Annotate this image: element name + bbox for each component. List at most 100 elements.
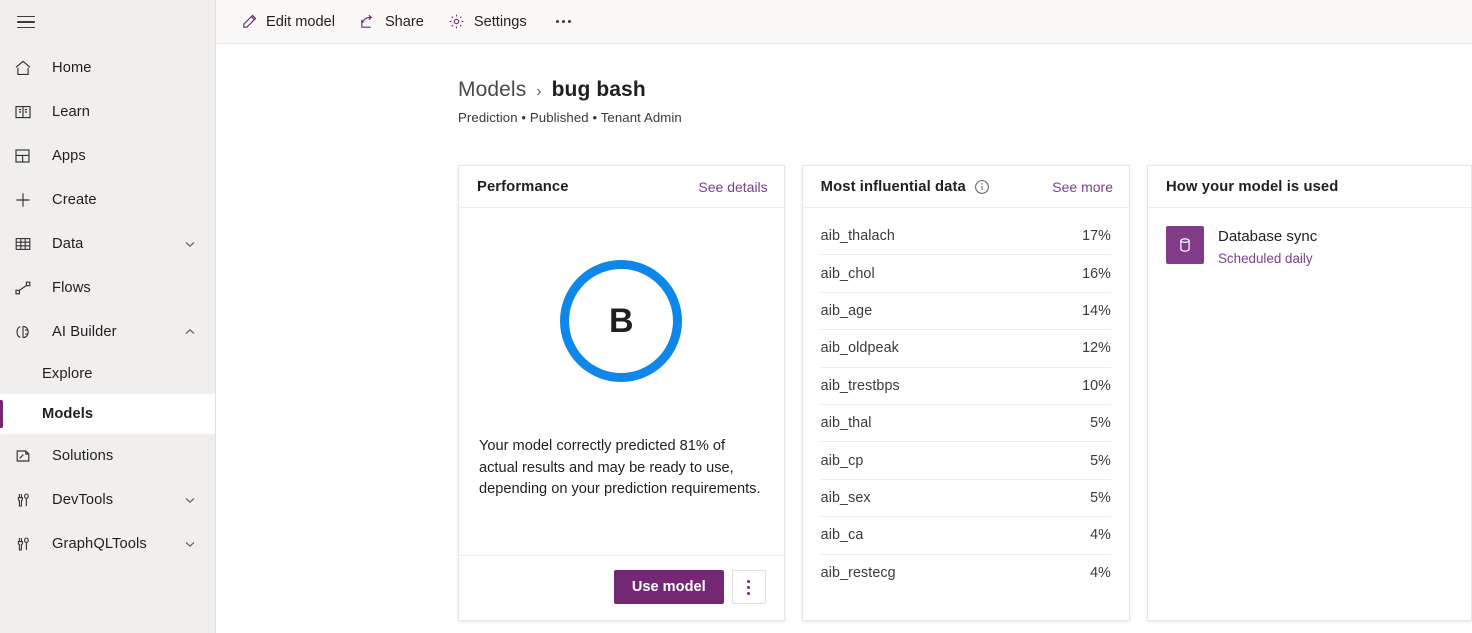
dot (556, 20, 559, 23)
model-meta-subtitle: Prediction • Published • Tenant Admin (458, 110, 1472, 125)
feature-name: aib_thal (821, 415, 1090, 431)
plus-icon (12, 189, 34, 211)
table-row[interactable]: aib_trestbps 10% (821, 368, 1111, 405)
breadcrumb-models-link[interactable]: Models (458, 78, 526, 102)
hamburger-line (17, 21, 35, 23)
table-row[interactable]: aib_restecg 4% (821, 555, 1111, 592)
sidebar-item-label: Data (52, 236, 183, 252)
share-button[interactable]: Share (349, 5, 434, 39)
sidebar-item-solutions[interactable]: Solutions (0, 434, 215, 478)
page-content: Models › bug bash Prediction • Published… (216, 44, 1472, 621)
pencil-icon (240, 13, 258, 31)
sidebar-item-label: DevTools (52, 492, 183, 508)
table-row[interactable]: aib_thalach 17% (821, 218, 1111, 255)
chevron-down-icon[interactable] (183, 237, 197, 251)
chevron-up-icon[interactable] (183, 325, 197, 339)
sidebar-item-learn[interactable]: Learn (0, 90, 215, 134)
performance-card-footer: Use model (459, 555, 784, 620)
book-icon (12, 101, 34, 123)
settings-label: Settings (474, 14, 527, 30)
share-label: Share (385, 14, 424, 30)
share-icon (359, 13, 377, 31)
table-row[interactable]: aib_thal 5% (821, 405, 1111, 442)
feature-percent: 16% (1082, 266, 1111, 282)
table-row[interactable]: aib_sex 5% (821, 480, 1111, 517)
sidebar-item-ai-builder[interactable]: AI Builder (0, 310, 215, 354)
feature-percent: 12% (1082, 340, 1111, 356)
sidebar-item-label: Flows (52, 280, 203, 296)
sidebar-item-label: Apps (52, 148, 203, 164)
usage-card-header: How your model is used (1148, 166, 1471, 208)
sidebar-item-models[interactable]: Models (0, 394, 215, 434)
performance-card: Performance See details B Your model cor… (458, 165, 785, 621)
info-icon[interactable] (974, 178, 991, 195)
table-row[interactable]: aib_oldpeak 12% (821, 330, 1111, 367)
feature-percent: 17% (1082, 228, 1111, 244)
sidebar-item-flows[interactable]: Flows (0, 266, 215, 310)
sidebar-item-graphqltools[interactable]: GraphQLTools (0, 522, 215, 566)
feature-name: aib_oldpeak (821, 340, 1082, 356)
apps-grid-icon (12, 145, 34, 167)
sidebar-item-label: Solutions (52, 448, 203, 464)
dot (747, 580, 750, 583)
sidebar-item-explore[interactable]: Explore (0, 354, 215, 394)
performance-grade-ring: B (560, 260, 682, 382)
feature-percent: 5% (1090, 453, 1111, 469)
feature-name: aib_age (821, 303, 1082, 319)
feature-percent: 10% (1082, 378, 1111, 394)
dot (562, 20, 565, 23)
home-icon (12, 57, 34, 79)
sidebar-item-label: Learn (52, 104, 203, 120)
sidebar-item-create[interactable]: Create (0, 178, 215, 222)
see-details-link[interactable]: See details (698, 179, 767, 195)
performance-card-title: Performance (477, 179, 569, 195)
sidebar-item-apps[interactable]: Apps (0, 134, 215, 178)
command-bar: Edit model Share Settings (216, 0, 1472, 44)
edit-model-label: Edit model (266, 14, 335, 30)
table-row[interactable]: aib_cp 5% (821, 442, 1111, 479)
how-model-is-used-card: How your model is used Database (1147, 165, 1472, 621)
cards-row: Performance See details B Your model cor… (458, 165, 1472, 621)
feature-percent: 14% (1082, 303, 1111, 319)
breadcrumb: Models › bug bash (458, 78, 1472, 102)
sidebar-nav: Home Learn Apps Create (0, 46, 215, 566)
main-area: Edit model Share Settings (216, 0, 1472, 633)
table-icon (12, 233, 34, 255)
feature-percent: 5% (1090, 490, 1111, 506)
usage-item-text: Database sync Scheduled daily (1218, 226, 1317, 268)
feature-percent: 5% (1090, 415, 1111, 431)
table-row[interactable]: aib_chol 16% (821, 255, 1111, 292)
feature-percent: 4% (1090, 565, 1111, 581)
sidebar-item-devtools[interactable]: DevTools (0, 478, 215, 522)
feature-name: aib_restecg (821, 565, 1090, 581)
menu-toggle-icon[interactable] (4, 0, 48, 44)
edit-model-button[interactable]: Edit model (230, 5, 345, 39)
table-row[interactable]: aib_age 14% (821, 293, 1111, 330)
sidebar-item-label: Explore (42, 366, 203, 382)
hamburger-line (17, 16, 35, 18)
dot (747, 586, 750, 589)
list-item[interactable]: Database sync Scheduled daily (1166, 226, 1453, 268)
usage-item-detail: Scheduled daily (1218, 250, 1317, 268)
gear-icon (448, 13, 466, 31)
flow-icon (12, 277, 34, 299)
chevron-down-icon[interactable] (183, 537, 197, 551)
chevron-down-icon[interactable] (183, 493, 197, 507)
hamburger-line (17, 27, 35, 29)
solutions-icon (12, 445, 34, 467)
performance-card-body: B Your model correctly predicted 81% of … (459, 208, 784, 555)
see-more-link[interactable]: See more (1052, 179, 1113, 195)
sidebar-item-home[interactable]: Home (0, 46, 215, 90)
more-commands-icon[interactable] (547, 5, 581, 39)
most-influential-data-card: Most influential data See more aib_thala… (802, 165, 1130, 621)
ai-builder-icon (12, 321, 34, 343)
tools-icon (12, 533, 34, 555)
table-row[interactable]: aib_ca 4% (821, 517, 1111, 554)
use-model-button[interactable]: Use model (614, 570, 724, 604)
sidebar-item-label: GraphQLTools (52, 536, 183, 552)
usage-card-title: How your model is used (1166, 179, 1338, 195)
use-model-more-options-button[interactable] (732, 570, 766, 604)
sidebar-item-data[interactable]: Data (0, 222, 215, 266)
settings-button[interactable]: Settings (438, 5, 537, 39)
dot (747, 592, 750, 595)
